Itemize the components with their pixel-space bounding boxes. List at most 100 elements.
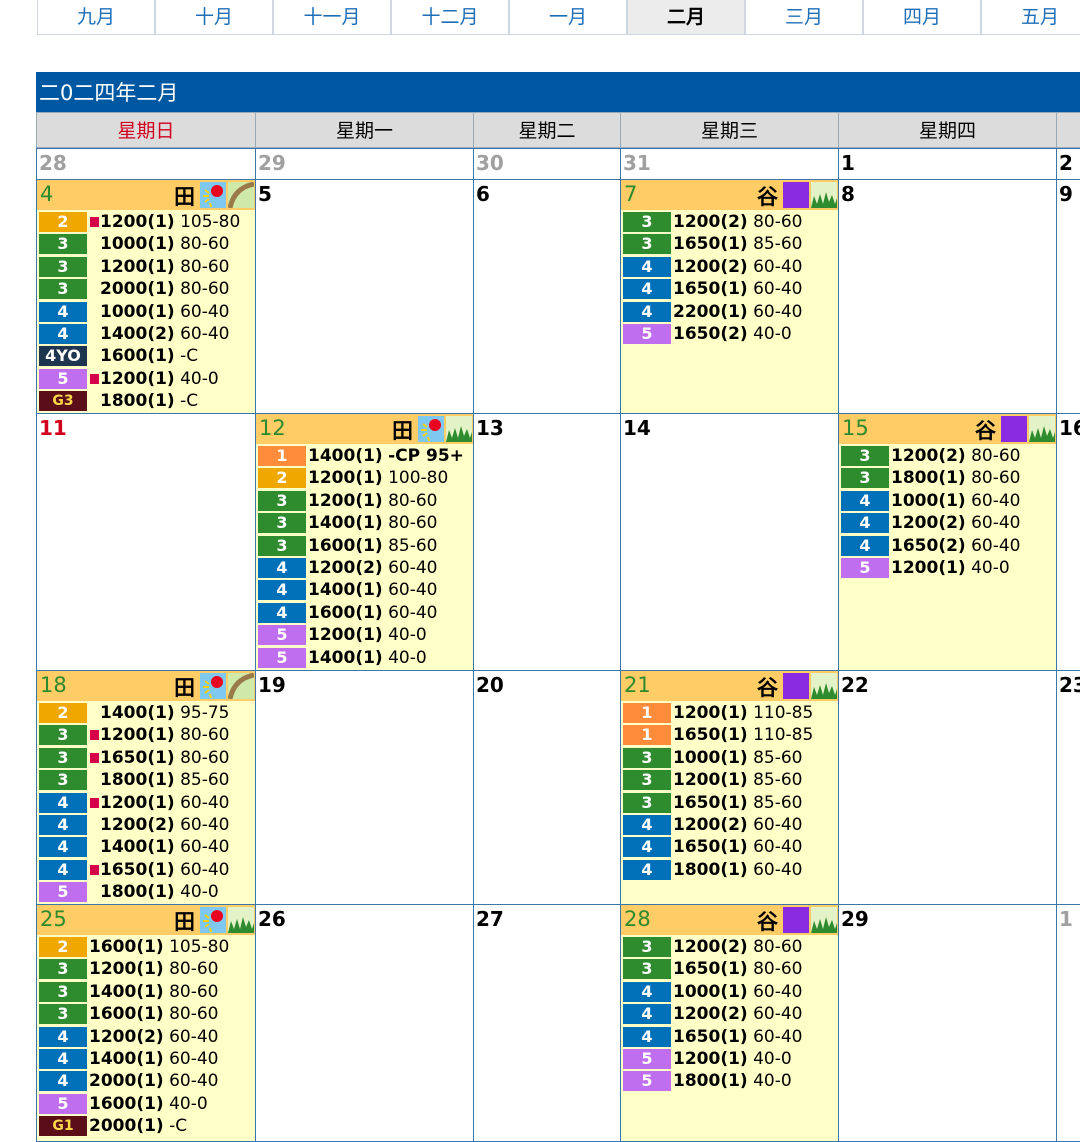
race-row[interactable]: 3 1600(1) 85-60 <box>256 535 473 557</box>
race-row[interactable]: 4 1200(2) 60-40 <box>621 1003 838 1025</box>
day-cell[interactable]: 16 <box>1056 413 1080 671</box>
race-row[interactable]: 3 1200(1) 80-60 <box>37 958 255 980</box>
race-row[interactable]: 4 2200(1) 60-40 <box>621 301 838 323</box>
race-row[interactable]: 3 1400(1) 80-60 <box>37 981 255 1003</box>
race-row[interactable]: 3 1200(1) 80-60 <box>256 490 473 512</box>
day-cell[interactable]: 6 <box>473 179 621 414</box>
race-day-cell[interactable]: 21 谷 1 1200(1) 110-85 1 1650(1) 110-85 3 1000(1… <box>620 670 839 905</box>
race-row[interactable]: 3 1650(1) 80-60 <box>621 958 838 980</box>
day-cell[interactable]: 29 <box>838 904 1057 1142</box>
race-row[interactable]: 4 1000(1) 60-40 <box>621 981 838 1003</box>
race-row[interactable]: 4 1200(2) 60-40 <box>256 557 473 579</box>
race-row[interactable]: 3 1400(1) 80-60 <box>256 512 473 534</box>
race-row[interactable]: 3 2000(1) 80-60 <box>37 278 255 300</box>
race-row[interactable]: 5 1200(1) 40-0 <box>256 624 473 646</box>
race-row[interactable]: 5 1650(2) 40-0 <box>621 323 838 345</box>
race-row[interactable]: 1 1650(1) 110-85 <box>621 724 838 746</box>
day-cell[interactable]: 1 <box>838 148 1057 180</box>
race-row[interactable]: 4 1650(2) 60-40 <box>839 535 1056 557</box>
race-row[interactable]: 5 1800(1) 40-0 <box>37 881 255 903</box>
day-cell[interactable]: 28 <box>36 148 256 180</box>
race-day-cell[interactable]: 15 谷 3 1200(2) 80-60 3 1800(1) 80-60 4 1000(1) … <box>838 413 1057 671</box>
race-row[interactable]: 1 1200(1) 110-85 <box>621 702 838 724</box>
race-row[interactable]: G1 2000(1) -C <box>37 1115 255 1137</box>
race-day-cell[interactable]: 12 田 1 1400(1) -CP 95+ 2 1200(1) 100-80 3 1200(… <box>255 413 474 671</box>
race-row[interactable]: 3 1200(1) 80-60 <box>37 724 255 746</box>
day-cell[interactable]: 19 <box>255 670 474 905</box>
race-row[interactable]: 4 1400(1) 60-40 <box>37 836 255 858</box>
race-row[interactable]: 3 1650(1) 80-60 <box>37 747 255 769</box>
race-row[interactable]: 4 1400(2) 60-40 <box>37 323 255 345</box>
race-row[interactable]: 4 1000(1) 60-40 <box>37 301 255 323</box>
race-row[interactable]: 5 1600(1) 40-0 <box>37 1093 255 1115</box>
race-row[interactable]: 3 1650(1) 85-60 <box>621 792 838 814</box>
race-row[interactable]: 4YO 1600(1) -C <box>37 345 255 367</box>
race-row[interactable]: 3 1800(1) 85-60 <box>37 769 255 791</box>
race-row[interactable]: 4 1200(2) 60-40 <box>37 814 255 836</box>
month-tab[interactable]: 十一月 <box>273 0 391 35</box>
day-cell[interactable]: 14 <box>620 413 839 671</box>
day-cell[interactable]: 20 <box>473 670 621 905</box>
race-row[interactable]: 4 1400(1) 60-40 <box>256 579 473 601</box>
day-cell[interactable]: 9 <box>1056 179 1080 414</box>
race-day-cell[interactable]: 28 谷 3 1200(2) 80-60 3 1650(1) 80-60 4 1000(1) … <box>620 904 839 1142</box>
day-cell[interactable]: 30 <box>473 148 621 180</box>
race-row[interactable]: G3 1800(1) -C <box>37 390 255 412</box>
race-day-cell[interactable]: 7 谷 3 1200(2) 80-60 3 1650(1) 85-60 4 1200(2) 6… <box>620 179 839 414</box>
race-row[interactable]: 3 1000(1) 80-60 <box>37 233 255 255</box>
race-row[interactable]: 4 1200(2) 60-40 <box>37 1026 255 1048</box>
day-cell[interactable]: 29 <box>255 148 474 180</box>
race-row[interactable]: 4 1000(1) 60-40 <box>839 490 1056 512</box>
race-row[interactable]: 4 1200(2) 60-40 <box>839 512 1056 534</box>
race-row[interactable]: 1 1400(1) -CP 95+ <box>256 445 473 467</box>
day-cell[interactable]: 22 <box>838 670 1057 905</box>
day-cell[interactable]: 26 <box>255 904 474 1142</box>
month-tab[interactable]: 十月 <box>155 0 273 35</box>
race-row[interactable]: 4 2000(1) 60-40 <box>37 1070 255 1092</box>
race-row[interactable]: 5 1200(1) 40-0 <box>37 368 255 390</box>
day-cell[interactable]: 11 <box>36 413 256 671</box>
race-row[interactable]: 3 1200(1) 85-60 <box>621 769 838 791</box>
race-row[interactable]: 3 1200(2) 80-60 <box>621 936 838 958</box>
race-row[interactable]: 4 1650(1) 60-40 <box>621 1026 838 1048</box>
month-tab[interactable]: 四月 <box>863 0 981 35</box>
race-row[interactable]: 4 1200(1) 60-40 <box>37 792 255 814</box>
race-row[interactable]: 5 1200(1) 40-0 <box>621 1048 838 1070</box>
race-row[interactable]: 4 1200(2) 60-40 <box>621 814 838 836</box>
race-row[interactable]: 3 1800(1) 80-60 <box>839 467 1056 489</box>
month-tab[interactable]: 十二月 <box>391 0 509 35</box>
race-row[interactable]: 4 1650(1) 60-40 <box>621 836 838 858</box>
race-day-cell[interactable]: 18 田 2 1400(1) 95-75 3 1200(1) 80-60 3 1650(1) … <box>36 670 256 905</box>
race-row[interactable]: 4 1200(2) 60-40 <box>621 256 838 278</box>
day-cell[interactable]: 31 <box>620 148 839 180</box>
race-row[interactable]: 5 1200(1) 40-0 <box>839 557 1056 579</box>
day-cell[interactable]: 27 <box>473 904 621 1142</box>
race-row[interactable]: 4 1650(1) 60-40 <box>37 859 255 881</box>
race-row[interactable]: 4 1600(1) 60-40 <box>256 602 473 624</box>
race-row[interactable]: 3 1200(2) 80-60 <box>621 211 838 233</box>
race-row[interactable]: 2 1200(1) 105-80 <box>37 211 255 233</box>
day-cell[interactable]: 2 <box>1056 148 1080 180</box>
day-cell[interactable]: 1 <box>1056 904 1080 1142</box>
month-tab[interactable]: 一月 <box>509 0 627 35</box>
race-row[interactable]: 5 1400(1) 40-0 <box>256 647 473 669</box>
race-row[interactable]: 3 1600(1) 80-60 <box>37 1003 255 1025</box>
race-day-cell[interactable]: 4 田 2 1200(1) 105-80 3 1000(1) 80-60 3 1200(1) … <box>36 179 256 414</box>
race-row[interactable]: 2 1400(1) 95-75 <box>37 702 255 724</box>
day-cell[interactable]: 13 <box>473 413 621 671</box>
day-cell[interactable]: 23 <box>1056 670 1080 905</box>
race-row[interactable]: 4 1650(1) 60-40 <box>621 278 838 300</box>
race-row[interactable]: 3 1000(1) 85-60 <box>621 747 838 769</box>
race-row[interactable]: 3 1650(1) 85-60 <box>621 233 838 255</box>
race-day-cell[interactable]: 25 田 2 1600(1) 105-80 3 1200(1) 80-60 3 1400(1)… <box>36 904 256 1142</box>
month-tab[interactable]: 五月 <box>981 0 1080 35</box>
day-cell[interactable]: 5 <box>255 179 474 414</box>
race-row[interactable]: 3 1200(2) 80-60 <box>839 445 1056 467</box>
month-tab[interactable]: 三月 <box>745 0 863 35</box>
race-row[interactable]: 5 1800(1) 40-0 <box>621 1070 838 1092</box>
day-cell[interactable]: 8 <box>838 179 1057 414</box>
race-row[interactable]: 2 1600(1) 105-80 <box>37 936 255 958</box>
race-row[interactable]: 2 1200(1) 100-80 <box>256 467 473 489</box>
race-row[interactable]: 4 1400(1) 60-40 <box>37 1048 255 1070</box>
race-row[interactable]: 3 1200(1) 80-60 <box>37 256 255 278</box>
